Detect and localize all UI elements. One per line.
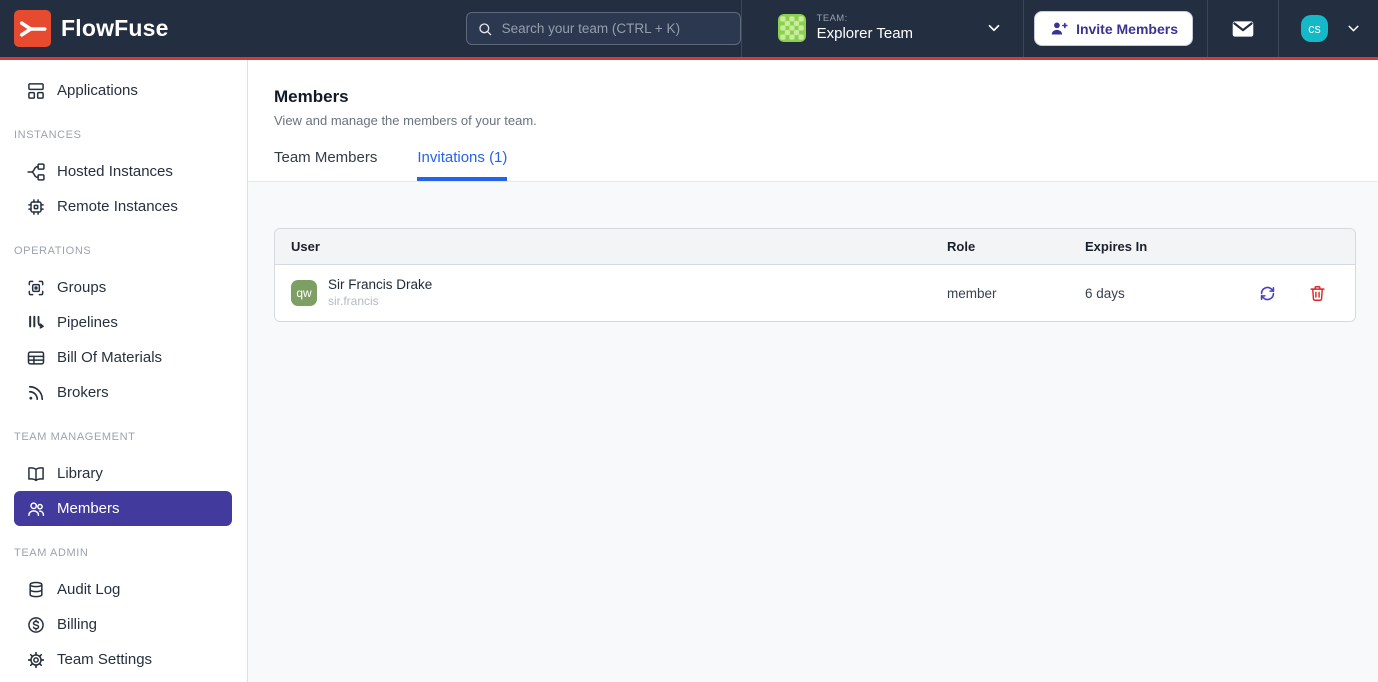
sidebar-section-team-management: TEAM MANAGEMENT	[0, 431, 247, 443]
bill-of-materials-icon	[26, 348, 46, 368]
library-icon	[26, 464, 46, 484]
sidebar-item-label: Billing	[57, 616, 97, 633]
sidebar-item-members[interactable]: Members	[14, 491, 232, 526]
navbar-divider	[1023, 0, 1024, 57]
column-header-user: User	[275, 239, 947, 254]
sidebar-item-brokers[interactable]: Brokers	[14, 375, 232, 410]
sidebar-item-label: Members	[57, 500, 120, 517]
flowfuse-logo-icon[interactable]	[14, 10, 51, 47]
chevron-down-icon	[985, 19, 1003, 37]
navbar-divider	[1278, 0, 1279, 57]
main-content: Members View and manage the members of y…	[248, 60, 1378, 682]
sidebar-item-label: Audit Log	[57, 581, 120, 598]
chevron-down-icon	[1345, 20, 1362, 37]
sidebar-item-groups[interactable]: Groups	[14, 270, 232, 305]
members-tabs: Team Members Invitations (1)	[274, 149, 1352, 181]
navbar-divider	[1207, 0, 1208, 57]
team-avatar	[778, 14, 806, 42]
remote-instances-icon	[26, 197, 46, 217]
page-subtitle: View and manage the members of your team…	[274, 113, 1352, 128]
hosted-instances-icon	[26, 162, 46, 182]
sidebar-item-audit-log[interactable]: Audit Log	[14, 572, 232, 607]
invitation-actions	[1243, 284, 1355, 303]
sidebar-section-operations: OPERATIONS	[0, 245, 247, 257]
sidebar-item-bill-of-materials[interactable]: Bill Of Materials	[14, 340, 232, 375]
invited-user-cell: qw Sir Francis Drake sir.francis	[275, 277, 947, 309]
delete-invitation-button[interactable]	[1308, 284, 1327, 303]
sidebar-section-team-admin: TEAM ADMIN	[0, 547, 247, 559]
invitation-expires: 6 days	[1085, 286, 1243, 301]
team-settings-icon	[26, 650, 46, 670]
invite-members-button[interactable]: Invite Members	[1034, 11, 1193, 46]
table-header-row: User Role Expires In	[275, 229, 1355, 265]
user-menu[interactable]: cs	[1301, 15, 1362, 42]
sidebar-item-label: Brokers	[57, 384, 109, 401]
pipelines-icon	[26, 313, 46, 333]
sidebar-item-label: Bill Of Materials	[57, 349, 162, 366]
brand-name: FlowFuse	[61, 15, 169, 42]
members-page-header: Members View and manage the members of y…	[248, 60, 1378, 182]
sidebar-item-hosted-instances[interactable]: Hosted Instances	[14, 154, 232, 189]
user-plus-icon	[1049, 19, 1068, 38]
invited-user-username: sir.francis	[328, 294, 432, 309]
sidebar-item-label: Remote Instances	[57, 198, 178, 215]
trash-icon	[1308, 284, 1327, 303]
sidebar-item-billing[interactable]: Billing	[14, 607, 232, 642]
tab-team-members[interactable]: Team Members	[274, 149, 377, 181]
column-header-expires: Expires In	[1085, 239, 1243, 254]
sidebar-item-label: Pipelines	[57, 314, 118, 331]
sidebar-item-label: Library	[57, 465, 103, 482]
sidebar-item-library[interactable]: Library	[14, 456, 232, 491]
sidebar-section-instances: INSTANCES	[0, 129, 247, 141]
members-icon	[26, 499, 46, 519]
page-title: Members	[274, 87, 1352, 107]
tab-invitations[interactable]: Invitations (1)	[417, 149, 507, 181]
sidebar-item-label: Applications	[57, 82, 138, 99]
search-input[interactable]	[502, 21, 730, 36]
sidebar-item-pipelines[interactable]: Pipelines	[14, 305, 232, 340]
team-search-box[interactable]	[466, 12, 741, 45]
invite-members-label: Invite Members	[1076, 21, 1178, 37]
navbar-divider	[741, 0, 742, 57]
sidebar-nav: Applications INSTANCES Hosted Instances Rem…	[0, 60, 248, 682]
sidebar-item-team-settings[interactable]: Team Settings	[14, 642, 232, 677]
invitation-role: member	[947, 286, 1085, 301]
team-name: Explorer Team	[817, 25, 913, 42]
sidebar-item-label: Hosted Instances	[57, 163, 173, 180]
avatar: qw	[291, 280, 317, 306]
notifications-mail-button[interactable]	[1230, 16, 1256, 42]
sidebar-item-applications[interactable]: Applications	[14, 73, 232, 108]
billing-icon	[26, 615, 46, 635]
invited-user-name: Sir Francis Drake	[328, 277, 432, 294]
team-selector[interactable]: TEAM: Explorer Team	[778, 14, 1003, 42]
sidebar-item-label: Team Settings	[57, 651, 152, 668]
groups-icon	[26, 278, 46, 298]
invitations-table: User Role Expires In qw Sir Francis Drak…	[274, 228, 1356, 322]
user-avatar: cs	[1301, 15, 1328, 42]
resend-invitation-button[interactable]	[1258, 284, 1277, 303]
table-row: qw Sir Francis Drake sir.francis member …	[275, 265, 1355, 321]
search-icon	[477, 21, 493, 37]
top-navbar: FlowFuse TEAM: Explorer Team	[0, 0, 1378, 60]
applications-icon	[26, 81, 46, 101]
brokers-icon	[26, 383, 46, 403]
invitations-panel: User Role Expires In qw Sir Francis Drak…	[248, 182, 1378, 682]
column-header-role: Role	[947, 239, 1085, 254]
refresh-icon	[1258, 284, 1277, 303]
sidebar-item-label: Groups	[57, 279, 106, 296]
sidebar-item-remote-instances[interactable]: Remote Instances	[14, 189, 232, 224]
audit-log-icon	[26, 580, 46, 600]
mail-icon	[1230, 16, 1256, 42]
team-label: TEAM:	[817, 14, 913, 25]
